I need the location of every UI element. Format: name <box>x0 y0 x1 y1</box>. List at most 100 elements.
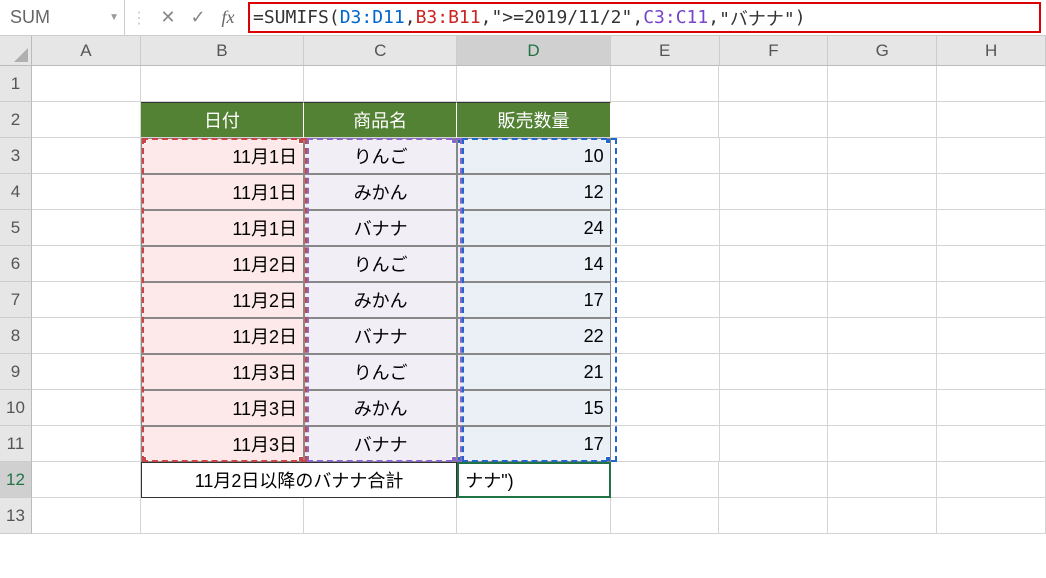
cell-D5[interactable]: 24 <box>457 210 610 246</box>
cell-G10[interactable] <box>828 390 937 426</box>
row-header-4[interactable]: 4 <box>0 174 32 210</box>
cell-H13[interactable] <box>937 498 1046 534</box>
cell-E6[interactable] <box>611 246 720 282</box>
cell-F5[interactable] <box>720 210 829 246</box>
cell-H1[interactable] <box>937 66 1046 102</box>
row-header-2[interactable]: 2 <box>0 102 32 138</box>
col-header-B[interactable]: B <box>141 36 304 66</box>
select-all-corner[interactable] <box>0 36 32 66</box>
cell-H4[interactable] <box>937 174 1046 210</box>
cell-A1[interactable] <box>32 66 141 102</box>
cell-F6[interactable] <box>720 246 829 282</box>
cell-F7[interactable] <box>720 282 829 318</box>
cell-B1[interactable] <box>141 66 304 102</box>
cell-E4[interactable] <box>611 174 720 210</box>
name-box-dropdown-icon[interactable]: ▼ <box>109 12 119 23</box>
col-header-A[interactable]: A <box>32 36 141 66</box>
cell-G7[interactable] <box>828 282 937 318</box>
cell-G9[interactable] <box>828 354 937 390</box>
cell-C3[interactable]: りんご <box>304 138 457 174</box>
cell-A10[interactable] <box>32 390 141 426</box>
row-header-6[interactable]: 6 <box>0 246 32 282</box>
cell-F12[interactable] <box>719 462 828 498</box>
cell-D11[interactable]: 17 <box>457 426 610 462</box>
cell-G3[interactable] <box>828 138 937 174</box>
cell-G8[interactable] <box>828 318 937 354</box>
cell-C8[interactable]: バナナ <box>304 318 457 354</box>
cell-G2[interactable] <box>828 102 937 138</box>
cell-D2[interactable]: 販売数量 <box>457 102 610 138</box>
cell-B9[interactable]: 11月3日 <box>141 354 304 390</box>
row-header-10[interactable]: 10 <box>0 390 32 426</box>
cell-A13[interactable] <box>32 498 141 534</box>
row-header-9[interactable]: 9 <box>0 354 32 390</box>
cell-D3[interactable]: 10 <box>457 138 610 174</box>
cell-F10[interactable] <box>720 390 829 426</box>
cell-H7[interactable] <box>937 282 1046 318</box>
cell-B13[interactable] <box>141 498 304 534</box>
enter-icon[interactable]: ✓ <box>183 0 213 35</box>
cell-G12[interactable] <box>828 462 937 498</box>
cell-A2[interactable] <box>32 102 141 138</box>
row-header-11[interactable]: 11 <box>0 426 32 462</box>
cell-E2[interactable] <box>611 102 720 138</box>
cell-D9[interactable]: 21 <box>457 354 610 390</box>
col-header-G[interactable]: G <box>828 36 937 66</box>
cell-B5[interactable]: 11月1日 <box>141 210 304 246</box>
cell-H5[interactable] <box>937 210 1046 246</box>
cell-F3[interactable] <box>720 138 829 174</box>
cell-F2[interactable] <box>719 102 828 138</box>
cell-A6[interactable] <box>32 246 141 282</box>
cell-C1[interactable] <box>304 66 457 102</box>
row-header-1[interactable]: 1 <box>0 66 32 102</box>
cell-B10[interactable]: 11月3日 <box>141 390 304 426</box>
cell-G4[interactable] <box>828 174 937 210</box>
cell-B4[interactable]: 11月1日 <box>141 174 304 210</box>
cell-A7[interactable] <box>32 282 141 318</box>
row-header-3[interactable]: 3 <box>0 138 32 174</box>
cell-G11[interactable] <box>828 426 937 462</box>
cell-A9[interactable] <box>32 354 141 390</box>
row-header-8[interactable]: 8 <box>0 318 32 354</box>
cell-F1[interactable] <box>719 66 828 102</box>
cell-G5[interactable] <box>828 210 937 246</box>
cell-H9[interactable] <box>937 354 1046 390</box>
cell-C4[interactable]: みかん <box>304 174 457 210</box>
cell-D4[interactable]: 12 <box>457 174 610 210</box>
cell-D7[interactable]: 17 <box>457 282 610 318</box>
cell-E1[interactable] <box>611 66 720 102</box>
row-header-7[interactable]: 7 <box>0 282 32 318</box>
cell-A12[interactable] <box>32 462 141 498</box>
cell-B3[interactable]: 11月1日 <box>141 138 304 174</box>
col-header-F[interactable]: F <box>720 36 829 66</box>
cell-G6[interactable] <box>828 246 937 282</box>
cell-F9[interactable] <box>720 354 829 390</box>
cancel-icon[interactable]: ✕ <box>153 0 183 35</box>
cell-C5[interactable]: バナナ <box>304 210 457 246</box>
name-box[interactable]: SUM ▼ <box>0 0 125 35</box>
cell-D8[interactable]: 22 <box>457 318 610 354</box>
cell-C11[interactable]: バナナ <box>304 426 457 462</box>
cell-H11[interactable] <box>937 426 1046 462</box>
cell-E3[interactable] <box>611 138 720 174</box>
cell-D10[interactable]: 15 <box>457 390 610 426</box>
cell-G13[interactable] <box>828 498 937 534</box>
col-header-H[interactable]: H <box>937 36 1046 66</box>
cell-C9[interactable]: りんご <box>304 354 457 390</box>
row-header-13[interactable]: 13 <box>0 498 32 534</box>
cell-A4[interactable] <box>32 174 141 210</box>
cell-A3[interactable] <box>32 138 141 174</box>
cell-E7[interactable] <box>611 282 720 318</box>
row-header-5[interactable]: 5 <box>0 210 32 246</box>
cell-B8[interactable]: 11月2日 <box>141 318 304 354</box>
cell-A8[interactable] <box>32 318 141 354</box>
cell-B11[interactable]: 11月3日 <box>141 426 304 462</box>
cell-D6[interactable]: 14 <box>457 246 610 282</box>
col-header-D[interactable]: D <box>457 36 610 66</box>
cell-E11[interactable] <box>611 426 720 462</box>
cell-H2[interactable] <box>937 102 1046 138</box>
cell-E8[interactable] <box>611 318 720 354</box>
cell-B7[interactable]: 11月2日 <box>141 282 304 318</box>
cell-E10[interactable] <box>611 390 720 426</box>
cell-B2[interactable]: 日付 <box>141 102 304 138</box>
